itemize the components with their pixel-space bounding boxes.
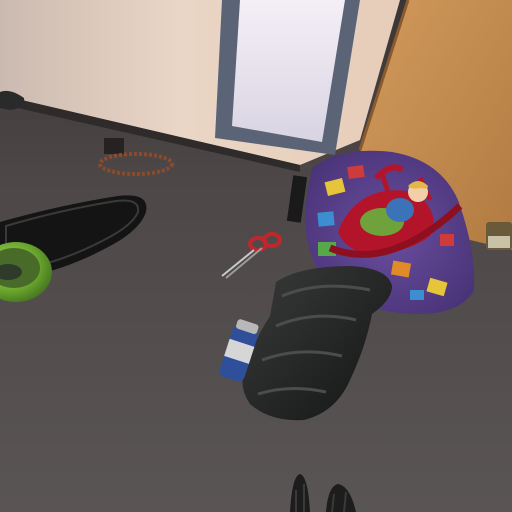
mat-patch [347,164,365,180]
mat-patch [440,234,454,246]
small-box [104,138,124,154]
mat-patch [410,290,424,300]
room-scene [0,0,512,512]
mat-patch [317,211,335,227]
doll-body [386,198,414,222]
game-viewport[interactable] [0,0,512,512]
